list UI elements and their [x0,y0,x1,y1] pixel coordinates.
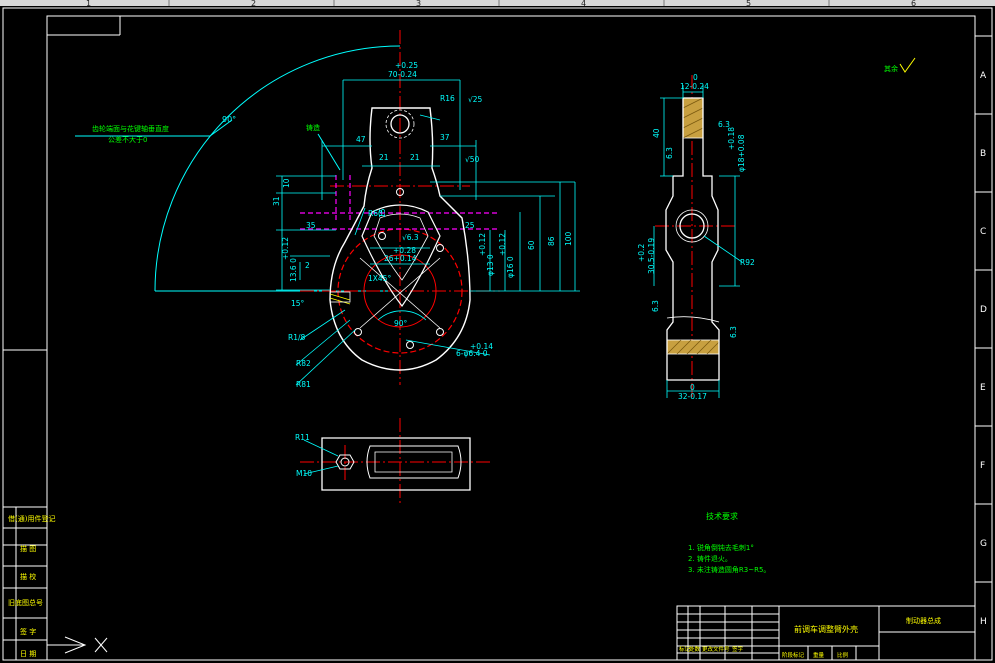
zone-column-3: 3 [416,0,421,8]
side-dim-phi18: φ18+0.08 [737,134,746,172]
title-part-name: 前调车调整臂外壳 [794,624,858,634]
zone-column-5: 5 [746,0,751,8]
side-dim-40: 40 [652,128,661,138]
side-dim-h30: 30.5-0.19 [647,238,656,274]
zone-row-D: D [980,305,987,315]
dim-r1-8: R1/8 [288,333,306,342]
dim-60: 60 [527,240,536,250]
outer-frame [2,7,993,661]
side-rough-2: 6.3 [665,147,674,159]
side-rough-3: 6.3 [651,300,660,312]
dim-phi13: φ13 0 [486,254,495,276]
dim-13-6: 13.6 0 [289,258,298,282]
ruler-strip [0,0,995,6]
side-rough-4: 6.3 [729,326,738,338]
side-view: 0 12-0.24 40 6.3 6.3 +0.18 φ18+0.08 R92 … [637,73,755,401]
dim-2: 2 [305,261,310,270]
tech-req-heading: 技术要求 [706,511,738,521]
zone-row-H: H [980,617,987,627]
dim-13-6-tol: +0.12 [281,237,290,260]
cad-drawing-canvas: 1 2 3 4 5 6 A B C D E F G H 借(通)用件登记 描 图 描 校 旧底图总号 签… [0,0,995,661]
tech-req-1: 1. 锐角倒钝去毛刺1° [688,543,754,552]
dim-r82: R82 [296,359,311,368]
rough-25: √25 [468,95,483,104]
dim-top-width: 70-0.24 [388,70,417,79]
zone-column-4: 4 [581,0,586,8]
dim-100: 100 [564,231,573,246]
front-view: +0.25 70-0.24 R16 47 37 21 21 10 31 15 R… [272,30,580,389]
title-cell-7: 比例 [837,651,849,659]
dim-holes: 6-φ6.4 0 [456,349,488,358]
roughness-note-text: 其余 [884,64,898,73]
inner-frame [46,15,976,661]
tech-req-2: 2. 铸件退火。 [688,554,732,563]
title-project: 制动器总成 [906,616,941,625]
dim-10: 10 [282,178,291,188]
zone-row-C: C [980,227,986,237]
dim-37: 37 [440,133,450,142]
side-label-5: 签 字 [20,627,36,636]
title-cell-3: 更改文件号 [702,645,730,653]
plan-dim-r11: R11 [295,433,310,442]
zone-column-2: 2 [251,0,256,8]
ucs-icon [47,636,108,654]
side-dim-h30-tol: +0.2 [637,244,646,262]
side-label-6: 日 期 [20,650,36,658]
dim-r16: R16 [440,94,455,103]
zone-row-A: A [980,71,987,81]
dim-r60: R60 [368,209,383,218]
side-dim-top: 0 [693,73,698,82]
weld-label: 铸造 [306,123,320,132]
title-cell-4: 签字 [732,645,744,653]
angle-arc-group: 齿轮端面与花键轴垂直度 公差不大于0 90° 铸造 [75,45,401,292]
zone-row-F: F [980,461,985,471]
dim-top-tol: +0.25 [395,61,418,70]
dim-21b: 21 [410,153,420,162]
dim-31: 31 [272,196,281,206]
zone-row-B: B [980,149,986,159]
side-label-1: 借(通)用件登记 [8,514,55,523]
roughness-note: 其余 [884,57,916,73]
zone-column-1: 1 [86,0,91,8]
tech-req-3: 3. 未注铸造圆角R3~R5。 [688,565,770,574]
rough-6-3: √6.3 [402,233,419,242]
tech-requirements: 技术要求 1. 锐角倒钝去毛刺1° 2. 铸件退火。 3. 未注铸造圆角R3~R… [688,511,770,574]
dim-phi13-tol: +0.12 [478,233,487,256]
plan-view: R11 M10 [295,418,490,505]
plan-dim-m10: M10 [296,469,312,478]
dim-86: 86 [547,236,556,246]
left-note-1: 齿轮端面与花键轴垂直度 [92,124,169,133]
rough-50: √50 [465,155,480,164]
angle-label: 90° [222,115,236,124]
side-label-3: 描 校 [20,572,36,581]
left-strip [3,349,47,660]
dim-dia: 26+0.14 [384,254,417,263]
left-note-2: 公差不大于0 [108,135,147,144]
title-block: 前调车调整臂外壳 制动器总成 标记 处数 更改文件号 签字 阶段标记 重量 比例 [676,605,976,661]
side-label-4: 旧底图总号 [8,598,43,607]
title-cell-6: 重量 [813,651,825,659]
dim-21a: 21 [379,153,389,162]
dim-15deg: 15° [291,299,305,308]
side-dim-phi18-tol: +0.18 [727,127,736,150]
side-label-2: 描 图 [20,544,36,553]
side-dim-r92: R92 [740,258,755,267]
dim-r81: R81 [296,380,311,389]
zone-row-E: E [980,383,986,393]
title-cell-2: 处数 [689,645,701,653]
dim-phi16: φ16 0 [506,256,515,278]
dim-phi16-tol: +0.12 [498,233,507,256]
zone-row-G: G [980,539,987,549]
zone-column-6: 6 [911,0,916,8]
side-dim-top2: 12-0.24 [680,82,709,91]
title-cell-5: 阶段标记 [782,651,805,659]
dim-35: 35 [306,221,316,230]
side-dim-bottom2: 32-0.17 [678,392,707,401]
dim-90deg: 90° [394,319,408,328]
dim-47: 47 [356,135,366,144]
dim-25: 25 [465,221,475,230]
dim-chamfer: 1X45° [368,274,391,283]
side-dim-bottom: 0 [690,383,695,392]
